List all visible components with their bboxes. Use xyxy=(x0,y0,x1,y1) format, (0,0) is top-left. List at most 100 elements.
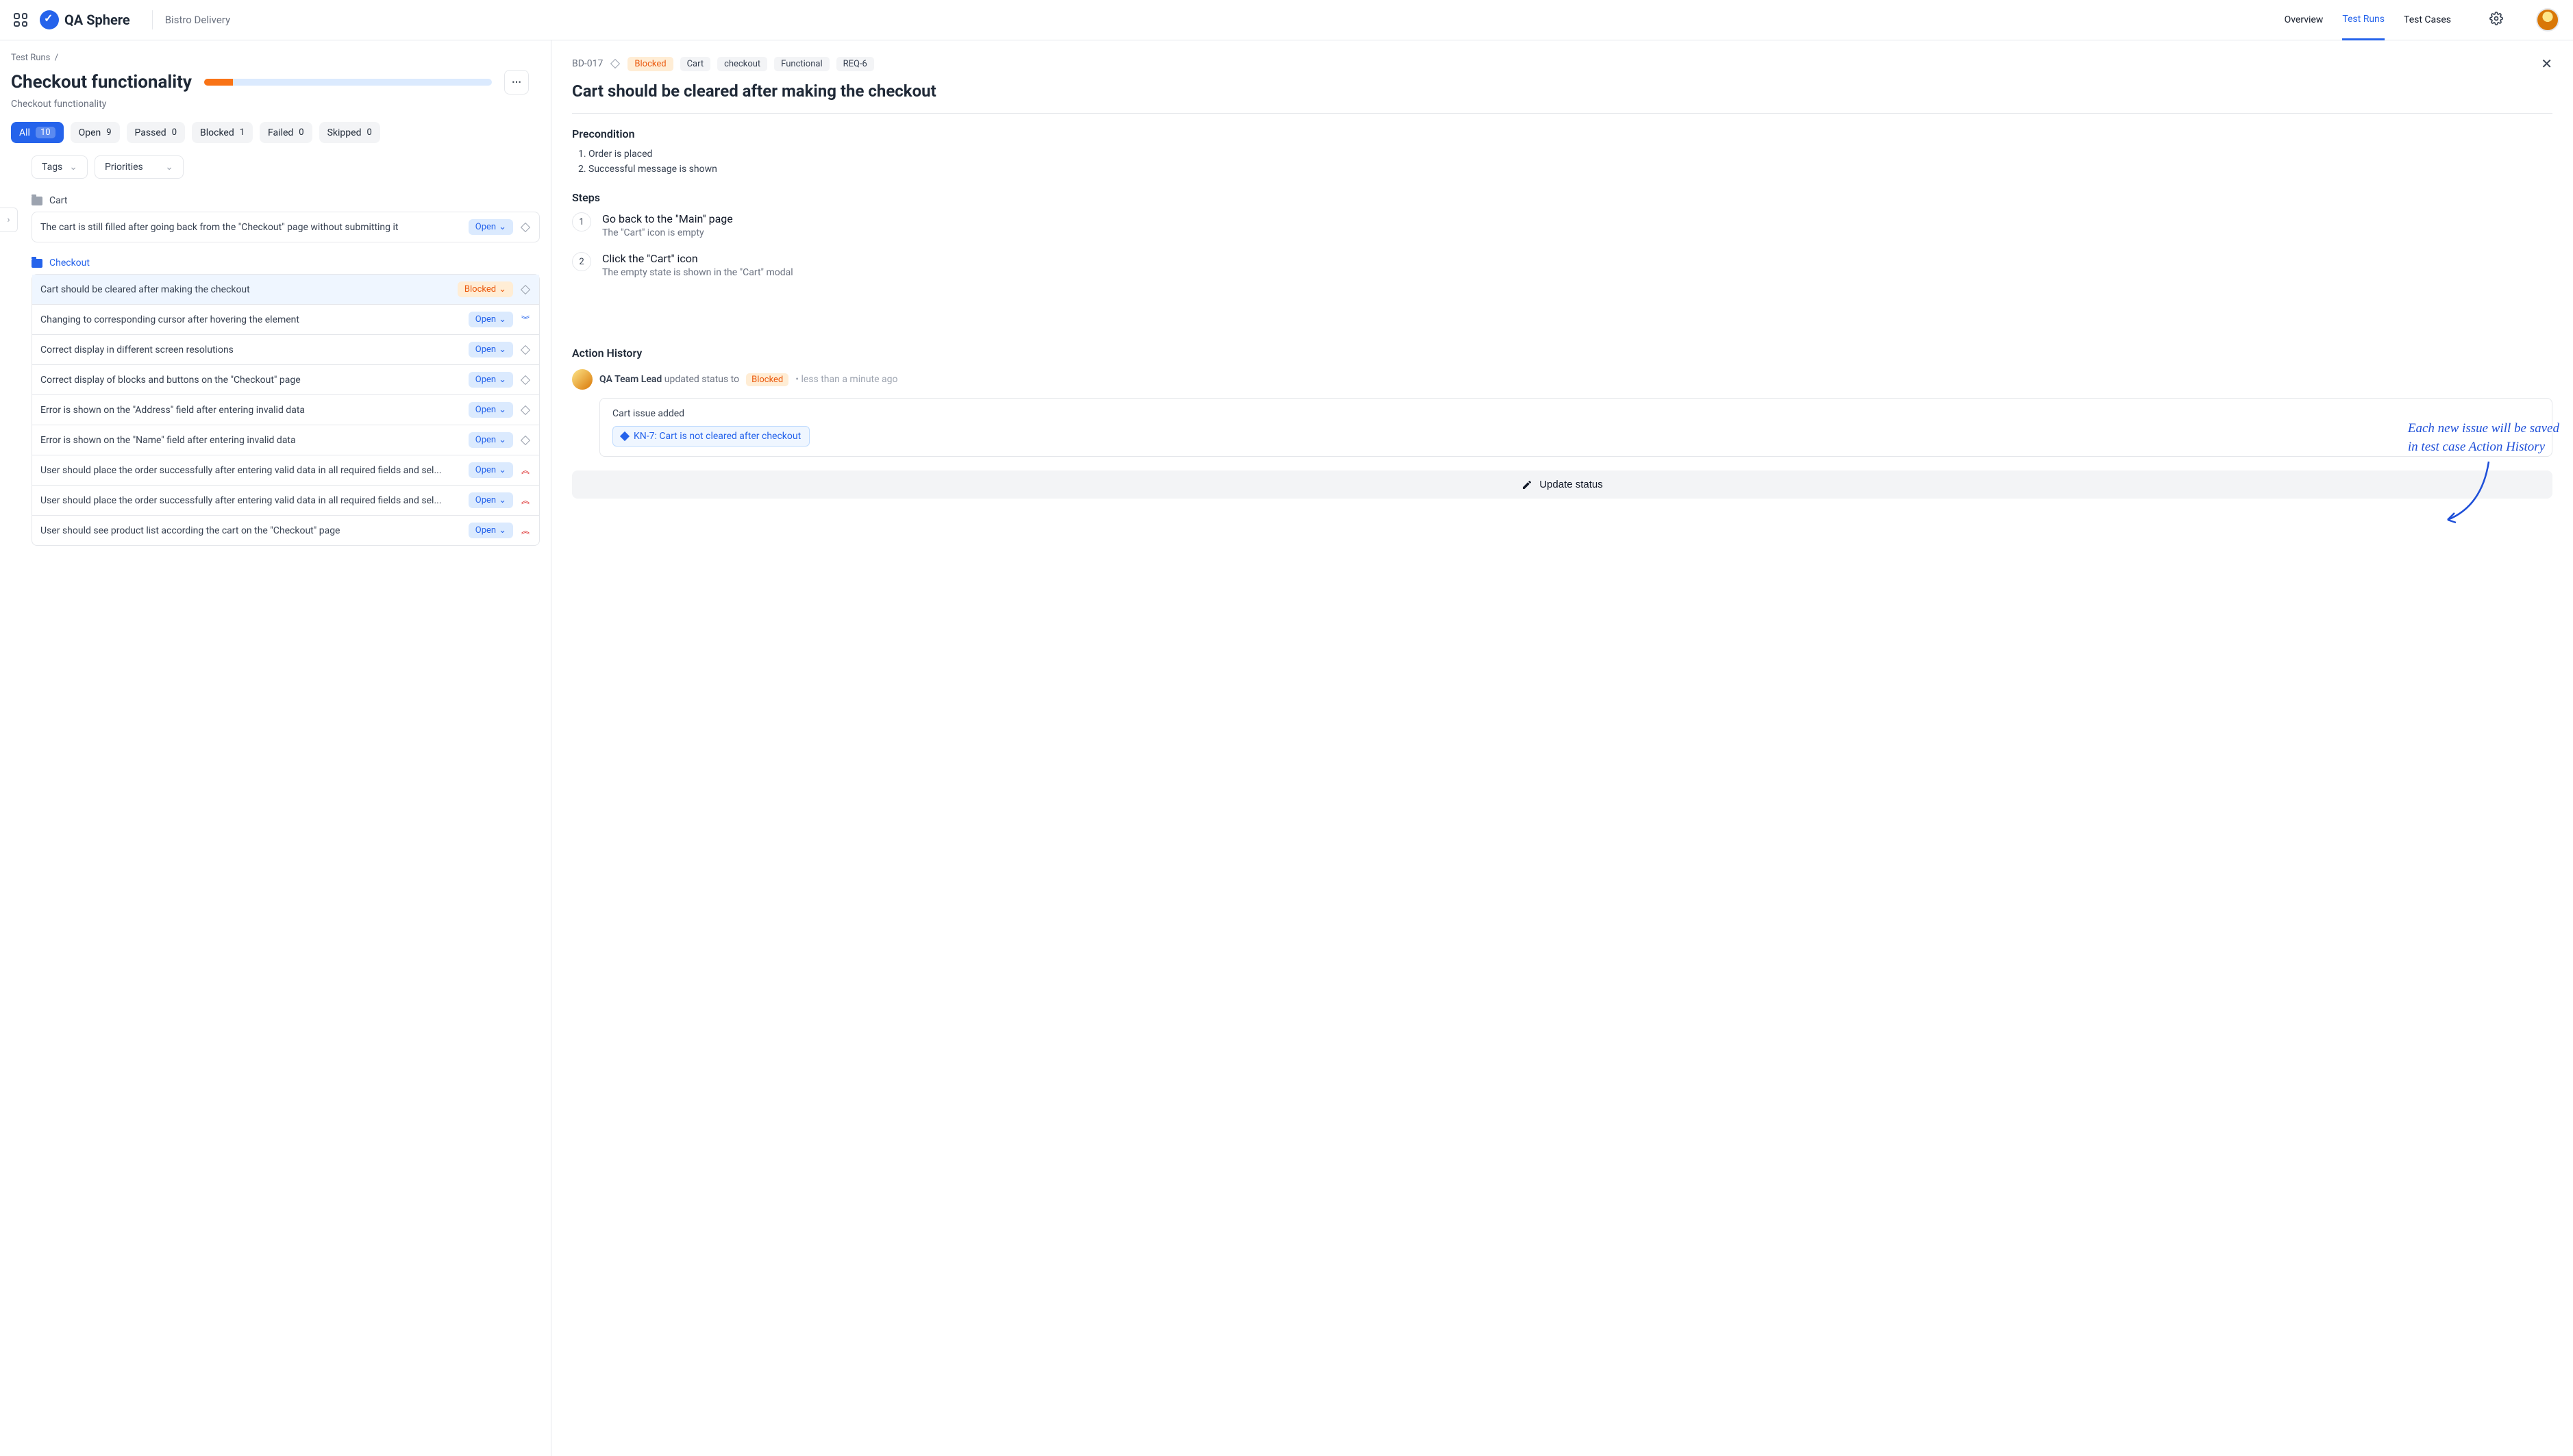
chevron-down-icon: ⌄ xyxy=(499,314,506,325)
test-case-row[interactable]: Cart should be cleared after making the … xyxy=(32,275,539,305)
tag-cart[interactable]: Cart xyxy=(680,57,711,71)
status-chip[interactable]: Blocked ⌄ xyxy=(458,281,513,297)
test-case-row[interactable]: Error is shown on the "Address" field af… xyxy=(32,395,539,425)
main-nav: Overview Test Runs Test Cases xyxy=(2285,8,2559,32)
issue-icon xyxy=(620,431,630,441)
precondition-heading: Precondition xyxy=(572,127,2552,140)
apps-icon[interactable] xyxy=(14,13,27,27)
test-case-row-title: User should place the order successfully… xyxy=(40,495,462,506)
status-chip[interactable]: Open ⌄ xyxy=(469,462,513,478)
tag-checkout[interactable]: checkout xyxy=(717,57,767,71)
nav-test-runs[interactable]: Test Runs xyxy=(2342,14,2385,40)
filter-all[interactable]: All10 xyxy=(11,122,64,143)
priority-icon xyxy=(610,58,621,69)
priority-low-icon xyxy=(520,222,531,233)
priority-low-icon xyxy=(520,284,531,295)
step-item: 1Go back to the "Main" pageThe "Cart" ic… xyxy=(572,212,2552,238)
step-number: 1 xyxy=(572,212,591,231)
history-card-title: Cart issue added xyxy=(612,408,2539,419)
action-history-heading: Action History xyxy=(572,347,2552,360)
gear-icon[interactable] xyxy=(2489,12,2503,28)
run-title: Checkout functionality xyxy=(11,72,192,92)
issue-link-text: KN-7: Cart is not cleared after checkout xyxy=(634,431,801,442)
issue-link[interactable]: KN-7: Cart is not cleared after checkout xyxy=(612,426,810,447)
chevron-down-icon: ⌄ xyxy=(499,525,506,536)
user-avatar-small xyxy=(572,369,593,390)
test-case-row-title: Correct display of blocks and buttons on… xyxy=(40,375,462,386)
tags-dropdown[interactable]: Tags⌄ xyxy=(32,155,88,179)
step-item: 2Click the "Cart" iconThe empty state is… xyxy=(572,252,2552,278)
chevron-down-icon: ⌄ xyxy=(499,344,506,355)
history-entry: QA Team Lead updated status to Blocked •… xyxy=(572,369,2552,390)
priority-high-icon: ︽ xyxy=(520,465,531,476)
more-button[interactable]: ⋯ xyxy=(504,70,529,95)
chevron-down-icon: ⌄ xyxy=(69,162,77,173)
step-number: 2 xyxy=(572,252,591,271)
status-chip[interactable]: Open ⌄ xyxy=(469,492,513,508)
test-case-row[interactable]: Changing to corresponding cursor after h… xyxy=(32,305,539,335)
status-chip[interactable]: Open ⌄ xyxy=(469,372,513,388)
logo-text: QA Sphere xyxy=(64,12,130,28)
status-filter-pills: All10 Open9 Passed0 Blocked1 Failed0 Ski… xyxy=(11,122,551,143)
test-case-detail-pane: BD-017 Blocked Cart checkout Functional … xyxy=(551,40,2573,1456)
test-case-row[interactable]: Error is shown on the "Name" field after… xyxy=(32,425,539,455)
status-chip[interactable]: Open ⌄ xyxy=(469,219,513,235)
status-chip[interactable]: Open ⌄ xyxy=(469,432,513,448)
chevron-down-icon: ⌄ xyxy=(499,495,506,505)
test-case-row[interactable]: Correct display in different screen reso… xyxy=(32,335,539,365)
test-case-row[interactable]: User should see product list according t… xyxy=(32,516,539,545)
test-case-row[interactable]: Correct display of blocks and buttons on… xyxy=(32,365,539,395)
priorities-dropdown[interactable]: Priorities⌄ xyxy=(95,155,184,179)
test-case-row-title: Correct display in different screen reso… xyxy=(40,344,462,355)
user-avatar[interactable] xyxy=(2536,8,2559,32)
folder-cart[interactable]: Cart xyxy=(32,190,540,212)
action-history: Action History QA Team Lead updated stat… xyxy=(572,347,2552,499)
test-case-row[interactable]: The cart is still filled after going bac… xyxy=(32,212,539,242)
tag-blocked[interactable]: Blocked xyxy=(627,57,673,71)
priority-low-icon xyxy=(520,435,531,446)
filter-blocked[interactable]: Blocked1 xyxy=(192,122,253,143)
expand-handle[interactable]: › xyxy=(0,208,18,232)
history-action: updated status to xyxy=(664,374,739,385)
history-time: • less than a minute ago xyxy=(795,374,897,385)
filter-passed[interactable]: Passed0 xyxy=(127,122,185,143)
precondition-item: Order is placed xyxy=(588,149,2552,160)
nav-test-cases[interactable]: Test Cases xyxy=(2404,14,2451,39)
priority-low-icon xyxy=(520,405,531,416)
priority-med-icon: ︾ xyxy=(520,314,531,325)
test-case-row-title: Error is shown on the "Name" field after… xyxy=(40,435,462,446)
test-case-row[interactable]: User should place the order successfully… xyxy=(32,455,539,486)
chevron-down-icon: ⌄ xyxy=(165,162,173,173)
step-expected: The "Cart" icon is empty xyxy=(602,227,733,238)
precondition-list: Order is placed Successful message is sh… xyxy=(588,149,2552,175)
update-status-button[interactable]: Update status xyxy=(572,470,2552,499)
filter-skipped[interactable]: Skipped0 xyxy=(319,122,380,143)
filter-failed[interactable]: Failed0 xyxy=(260,122,312,143)
test-case-row-title: The cart is still filled after going bac… xyxy=(40,222,462,233)
tag-req[interactable]: REQ-6 xyxy=(836,57,874,71)
run-subtitle: Checkout functionality xyxy=(11,99,551,110)
chevron-down-icon: ⌄ xyxy=(499,465,506,475)
test-case-row-title: Cart should be cleared after making the … xyxy=(40,284,451,295)
divider xyxy=(152,10,153,29)
nav-overview[interactable]: Overview xyxy=(2285,14,2324,39)
folder-checkout[interactable]: Checkout xyxy=(32,252,540,274)
priority-low-icon xyxy=(520,344,531,355)
status-chip[interactable]: Open ⌄ xyxy=(469,523,513,538)
breadcrumb[interactable]: Test Runs / xyxy=(11,53,551,63)
test-case-id: BD-017 xyxy=(572,58,603,69)
status-chip[interactable]: Open ⌄ xyxy=(469,402,513,418)
history-user: QA Team Lead xyxy=(599,374,662,385)
app-logo[interactable]: QA Sphere xyxy=(40,10,130,29)
project-name[interactable]: Bistro Delivery xyxy=(165,14,230,26)
test-case-row-title: User should see product list according t… xyxy=(40,525,462,536)
folder-open-icon xyxy=(32,259,42,268)
close-icon[interactable]: ✕ xyxy=(2541,55,2552,72)
tag-functional[interactable]: Functional xyxy=(774,57,829,71)
test-case-row-title: Changing to corresponding cursor after h… xyxy=(40,314,462,325)
app-header: QA Sphere Bistro Delivery Overview Test … xyxy=(0,0,2573,40)
filter-open[interactable]: Open9 xyxy=(71,122,120,143)
test-case-row[interactable]: User should place the order successfully… xyxy=(32,486,539,516)
status-chip[interactable]: Open ⌄ xyxy=(469,342,513,357)
status-chip[interactable]: Open ⌄ xyxy=(469,312,513,327)
